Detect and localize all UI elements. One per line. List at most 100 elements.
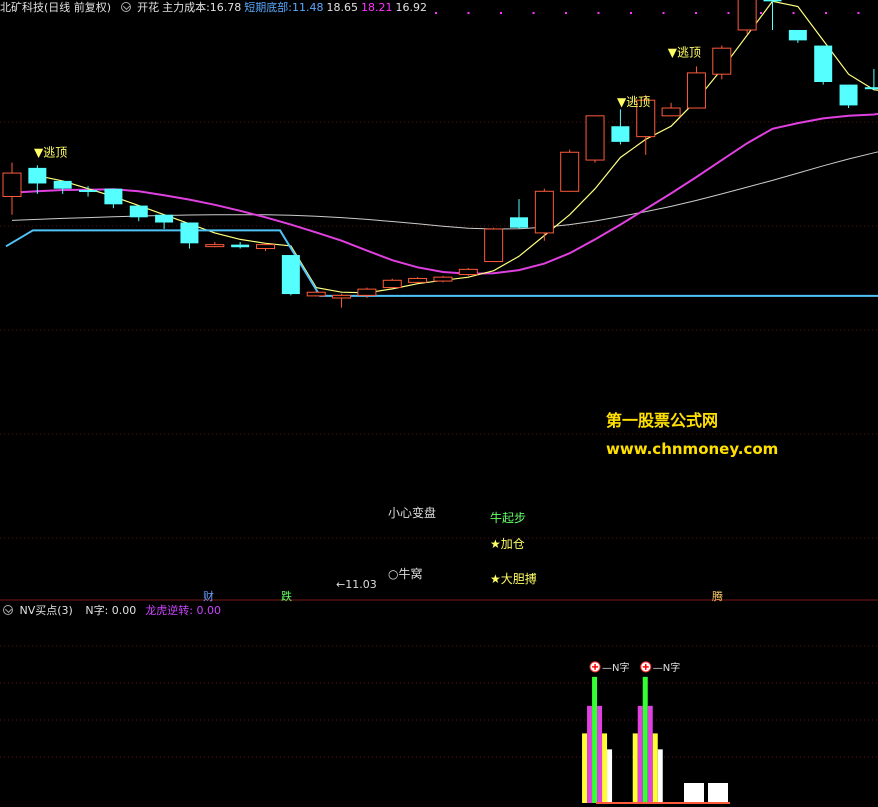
top-tick [792,12,795,14]
candle-body-down [814,45,833,83]
top-tick [857,12,860,14]
candle-body-up [585,115,605,161]
main-legend: 开花 主力成本:16.78 短期底部:11.48 18.65 18.21 16.92 [137,1,430,14]
candle-body-up [332,294,352,299]
moving-averages [5,0,878,297]
candle-body-up [534,190,554,234]
sub-bar-magenta [647,705,653,803]
stock-title: 北矿科技(日线 前复权) [0,1,112,14]
sub-bar-yellow [652,733,658,803]
escape-top-label: ▼逃顶 [617,95,650,109]
candle-body-down [281,255,300,295]
careful-change-label: 小心变盘 [388,505,436,520]
sub-bar-yellow [632,733,638,803]
add-position-label: ★加仓 [490,537,525,551]
sub-panel-bars: —N字 —N字 [582,661,730,804]
yellow-ma-line [37,0,878,294]
candle-body-up [256,244,275,250]
legend-item: N字: 0.00 [85,604,137,617]
bull-start-label: 牛起步 [490,510,526,525]
sub-bar-magenta [597,705,603,803]
sub-bar-white [657,749,663,803]
magenta-ma-line [11,112,878,275]
candle-body-up [458,268,478,276]
candle-body-down [129,205,148,218]
legend-item: 18.21 [361,1,393,14]
escape-top-label: ▼逃顶 [34,146,67,160]
candle-body-up [484,228,504,263]
top-tick [727,12,730,14]
top-tick [825,12,827,14]
candle-body-down [53,180,72,189]
sub-bar-white [607,749,613,803]
candle-body-up [382,279,402,289]
settings-gear-icon[interactable] [120,2,131,12]
main-header: 北矿科技(日线 前复权) 开花 主力成本:16.78 短期底部:11.48 18.65… [0,0,433,16]
support-line [5,229,878,297]
top-tick [695,12,697,14]
n-label: —N字 [602,661,629,674]
sub-bar-magenta [587,705,593,803]
top-tick [597,12,600,14]
candle-body-up [205,244,225,248]
candle-body-down [104,188,123,205]
sub-header: NV买点(3) N字: 0.00 龙虎逆转: 0.00 [0,603,227,619]
candle-body-down [28,167,47,184]
fall-label: 跌 [281,589,292,603]
candle-body-down [79,189,98,192]
legend-item: 16.92 [395,1,428,14]
candle-body-down [155,214,174,223]
grid-lines [0,12,878,758]
candle-body-up [306,291,326,297]
legend-item: 短期底部:11.48 [244,1,324,14]
sub-bar-yellow [602,733,608,803]
top-tick [532,12,535,14]
legend-item: 18.65 [326,1,359,14]
sub-panel-title: NV买点(3) [19,604,73,617]
sub-bar-yellow [582,733,588,803]
candle-body-up [408,277,428,283]
escape-top-label: ▼逃顶 [668,45,701,59]
candle-body-up [686,72,706,109]
legend-item: 龙虎逆转: 0.00 [145,604,221,617]
candle-body-down [763,0,782,2]
low-price-label: ←11.03 [336,578,377,591]
top-tick [662,12,665,14]
sub-legend: N字: 0.00 龙虎逆转: 0.00 [79,604,224,617]
bold-bet-label: ★大胆搏 [490,572,537,586]
finance-label: 财 [203,589,214,603]
watermark-line1: 第一股票公式网 [606,411,718,430]
candle-body-up [661,107,681,117]
bull-nest-label: ○牛窝 [388,566,422,581]
candle-body-up [712,47,732,75]
n-label: —N字 [653,661,680,674]
top-tick [630,12,632,14]
sub-bar-white [708,783,728,803]
top-tick [565,12,567,14]
top-tick [467,12,470,14]
candle-body-down [180,222,199,244]
candle-body-down [788,29,807,41]
sub-bar-magenta [637,705,643,803]
candle-body-up [2,172,22,197]
sub-settings-gear-icon[interactable] [3,605,13,615]
rise-label: 腾 [712,589,723,603]
candle-body-up [737,0,757,31]
candle-body-down [510,217,528,228]
sub-bar-green [592,676,598,803]
legend-item: 主力成本:16.78 [162,1,242,14]
annotations: ▼逃顶▼逃顶▼逃顶▼逃顶小心变盘○牛窝←11.03牛起步★加仓★大胆搏财跌腾第一… [34,45,778,603]
sub-bar-white [684,783,704,803]
watermark-line2: www.chnmoney.com [606,440,778,458]
top-tick [435,12,437,14]
kline-chart: ▼逃顶▼逃顶▼逃顶▼逃顶小心变盘○牛窝←11.03牛起步★加仓★大胆搏财跌腾第一… [0,0,878,804]
candle-body-up [560,151,580,192]
candle-body-up [357,288,377,296]
top-tick [500,12,502,14]
candle-body-up [433,276,453,282]
top-tick [760,12,762,14]
candle-body-down [611,126,630,142]
candle-body-down [864,87,878,90]
candles [2,0,878,308]
candle-body-down [839,84,858,106]
